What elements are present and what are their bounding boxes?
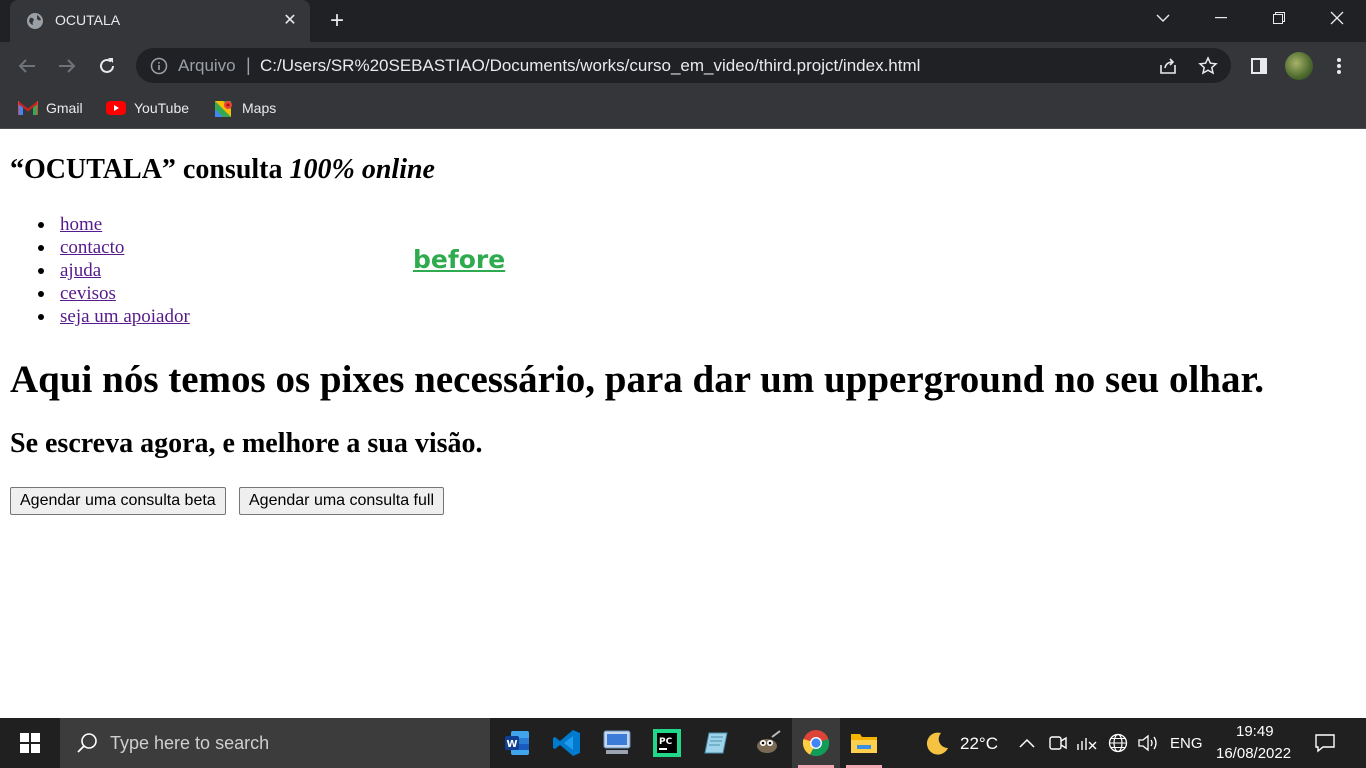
schedule-full-button[interactable]: Agendar uma consulta full <box>239 487 444 515</box>
close-window-icon[interactable] <box>1314 0 1360 36</box>
vscode-icon[interactable] <box>543 718 591 768</box>
chevron-up-icon[interactable] <box>1016 732 1038 754</box>
bookmark-label: Maps <box>242 100 277 116</box>
notifications-icon[interactable] <box>1314 732 1336 754</box>
search-icon <box>76 732 98 754</box>
menu-kebab-icon[interactable] <box>1325 52 1353 80</box>
search-placeholder: Type here to search <box>110 733 270 753</box>
meet-now-icon[interactable] <box>1047 732 1069 754</box>
page-viewport: “OCUTALA” consulta 100% online home cont… <box>0 129 1366 718</box>
maps-icon <box>214 100 234 117</box>
browser-tab[interactable]: OCUTALA ✕ <box>10 0 310 42</box>
brand-heading: “OCUTALA” consulta 100% online <box>10 154 435 186</box>
bookmark-label: YouTube <box>134 100 190 116</box>
svg-text:W: W <box>506 739 517 750</box>
schedule-beta-button[interactable]: Agendar uma consulta beta <box>10 487 226 515</box>
language-indicator[interactable]: ENG <box>1170 735 1203 752</box>
sub-heading: Se escreva agora, e melhore a sua visão. <box>10 428 483 459</box>
windows-taskbar: Type here to search W PC 22°C ENG 19:49 … <box>0 718 1366 768</box>
weather-temp[interactable]: 22°C <box>960 734 998 754</box>
tab-search-icon[interactable] <box>1140 0 1186 36</box>
list-item: seja um apoiador <box>38 305 190 328</box>
tab-strip: OCUTALA ✕ + <box>0 0 1366 42</box>
address-bar[interactable]: Arquivo | C:/Users/SR%20SEBASTIAO/Docume… <box>136 48 1231 83</box>
bookmarks-bar: Gmail YouTube Maps <box>0 89 1366 129</box>
restore-icon[interactable] <box>1256 0 1302 36</box>
bookmark-star-icon[interactable] <box>1198 56 1218 76</box>
info-icon[interactable] <box>150 57 168 75</box>
nav-link-home[interactable]: home <box>60 214 102 235</box>
side-panel-icon[interactable] <box>1245 52 1273 80</box>
svg-text:PC: PC <box>659 737 673 747</box>
address-separator: | <box>246 55 251 75</box>
word-icon[interactable]: W <box>493 718 541 768</box>
bookmark-label: Gmail <box>46 100 83 116</box>
new-tab-button[interactable]: + <box>322 6 352 36</box>
remote-desktop-icon[interactable] <box>593 718 641 768</box>
bookmark-youtube[interactable]: YouTube <box>106 98 189 118</box>
clock-date[interactable]: 16/08/2022 <box>1216 745 1291 762</box>
network-disconnected-icon[interactable] <box>1076 732 1098 754</box>
list-item: home <box>38 213 190 236</box>
bookmark-gmail[interactable]: Gmail <box>17 98 83 118</box>
site-scheme-label: Arquivo <box>178 56 236 75</box>
back-icon[interactable] <box>13 52 41 80</box>
share-icon[interactable] <box>1158 56 1178 76</box>
minimize-icon[interactable] <box>1198 0 1244 36</box>
chrome-icon[interactable] <box>792 718 840 768</box>
nav-link-ajuda[interactable]: ajuda <box>60 260 101 281</box>
gmail-icon <box>17 100 39 116</box>
close-tab-icon[interactable]: ✕ <box>280 11 300 31</box>
notes-icon[interactable] <box>693 718 741 768</box>
list-item: cevisos <box>38 282 190 305</box>
clock-time[interactable]: 19:49 <box>1236 723 1274 740</box>
nav-list: home contacto ajuda cevisos seja um apoi… <box>38 213 190 328</box>
gimp-icon[interactable] <box>743 718 791 768</box>
moon-icon[interactable] <box>924 730 950 756</box>
list-item: ajuda <box>38 259 190 282</box>
nav-link-contacto[interactable]: contacto <box>60 237 124 258</box>
bookmark-maps[interactable]: Maps <box>214 98 276 118</box>
nav-link-cevisos[interactable]: cevisos <box>60 283 116 304</box>
url-text[interactable]: C:/Users/SR%20SEBASTIAO/Documents/works/… <box>260 56 920 76</box>
brand-heading-emphasis: 100% online <box>289 154 435 185</box>
reload-icon[interactable] <box>93 52 121 80</box>
youtube-icon <box>106 100 126 116</box>
tab-title: OCUTALA <box>55 12 121 28</box>
nav-link-apoiador[interactable]: seja um apoiador <box>60 306 190 327</box>
brand-heading-text: “OCUTALA” consulta <box>10 154 283 185</box>
before-label: before <box>413 245 506 274</box>
globe-icon <box>26 12 44 30</box>
globe-language-icon[interactable] <box>1107 732 1129 754</box>
volume-icon[interactable] <box>1137 732 1159 754</box>
forward-icon[interactable] <box>53 52 81 80</box>
windows-start-icon[interactable] <box>0 718 60 768</box>
pycharm-icon[interactable]: PC <box>643 718 691 768</box>
file-explorer-icon[interactable] <box>840 718 888 768</box>
taskbar-search[interactable]: Type here to search <box>60 718 490 768</box>
main-heading: Aqui nós temos os pixes necessário, para… <box>10 358 1264 401</box>
browser-toolbar: Arquivo | C:/Users/SR%20SEBASTIAO/Docume… <box>0 42 1366 89</box>
list-item: contacto <box>38 236 190 259</box>
profile-avatar[interactable] <box>1285 52 1313 80</box>
